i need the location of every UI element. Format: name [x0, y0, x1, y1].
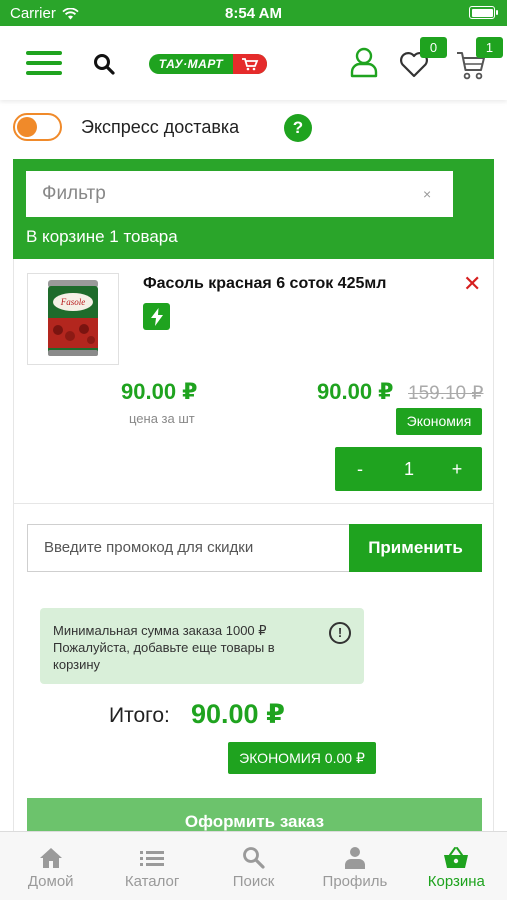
home-icon	[39, 848, 62, 868]
tab-label: Профиль	[322, 873, 388, 890]
checkout-section: Введите промокод для скидки Применить Ми…	[13, 504, 494, 844]
tab-label: Каталог	[124, 873, 180, 890]
status-bar: Carrier 8:54 AM	[0, 0, 507, 26]
favorites-badge: 0	[420, 37, 447, 58]
svg-text:Fasole: Fasole	[60, 297, 86, 307]
basket-icon	[444, 847, 469, 868]
cart-badge: 1	[476, 37, 503, 58]
tab-cart[interactable]: Корзина	[406, 832, 507, 900]
help-icon[interactable]: ?	[284, 114, 312, 142]
person-icon	[344, 847, 365, 869]
cart-summary: В корзине 1 товара	[26, 227, 178, 246]
tab-label: Корзина	[427, 873, 485, 890]
tab-profile[interactable]: Профиль	[304, 832, 405, 900]
tab-home[interactable]: Домой	[0, 832, 101, 900]
filter-panel: Фильтр × В корзине 1 товара	[13, 159, 494, 259]
list-icon	[140, 851, 165, 866]
remove-item-icon[interactable]: ✕	[463, 271, 481, 297]
clear-filter-icon[interactable]: ×	[423, 186, 431, 202]
unit-price: 90.00 ₽	[121, 379, 198, 404]
total-economy-badge: ЭКОНОМИЯ 0.00 ₽	[228, 742, 376, 774]
bottom-tab-bar: Домой Каталог Поиск Профиль Корзина	[0, 831, 507, 900]
notice-line-1: Минимальная сумма заказа 1000 ₽	[53, 623, 267, 638]
economy-badge: Экономия	[396, 408, 482, 435]
unit-price-label: цена за шт	[129, 411, 195, 426]
info-icon: !	[329, 622, 351, 644]
user-icon[interactable]	[349, 46, 379, 78]
min-order-notice: Минимальная сумма заказа 1000 ₽ Пожалуйс…	[40, 608, 364, 684]
express-delivery-toggle[interactable]	[13, 113, 62, 141]
menu-icon[interactable]	[26, 51, 62, 75]
quantity-value: 1	[403, 459, 414, 479]
total-value: 90.00 ₽	[191, 699, 285, 729]
express-delivery-row: Экспресс доставка ?	[13, 112, 493, 144]
cart-item: Fasole Фасоль красная 6 соток 425мл ✕ 90…	[13, 259, 494, 504]
notice-line-2: Пожалуйста, добавьте еще товары в корзин…	[53, 640, 275, 672]
decrease-quantity-button[interactable]: -	[345, 447, 375, 491]
total-label: Итого:	[109, 704, 170, 727]
promo-code-input[interactable]: Введите промокод для скидки	[27, 524, 350, 572]
tab-label: Домой	[27, 873, 74, 890]
increase-quantity-button[interactable]: +	[442, 447, 472, 491]
tab-label: Поиск	[232, 873, 275, 890]
search-icon[interactable]	[92, 52, 116, 76]
express-delivery-label: Экспресс доставка	[81, 117, 240, 137]
status-time: 8:54 AM	[225, 5, 282, 22]
tab-search[interactable]: Поиск	[203, 832, 304, 900]
filter-input[interactable]: Фильтр	[26, 171, 453, 217]
apply-promo-button[interactable]: Применить	[349, 524, 482, 572]
express-bolt-icon	[143, 303, 170, 330]
quantity-stepper: - 1 +	[335, 447, 482, 491]
tab-catalog[interactable]: Каталог	[101, 832, 202, 900]
logo-cart-icon	[233, 54, 267, 74]
product-name[interactable]: Фасоль красная 6 соток 425мл	[143, 275, 386, 293]
item-total-price: 90.00 ₽	[317, 379, 394, 404]
battery-icon	[469, 6, 498, 19]
search-icon	[242, 847, 265, 869]
logo-text: ТАУ·МАРТ	[158, 57, 224, 71]
old-price: 159.10 ₽	[408, 383, 484, 404]
app-header: ТАУ·МАРТ 0 1	[0, 26, 507, 100]
brand-logo[interactable]: ТАУ·МАРТ	[149, 54, 267, 74]
product-image[interactable]: Fasole	[27, 273, 119, 365]
